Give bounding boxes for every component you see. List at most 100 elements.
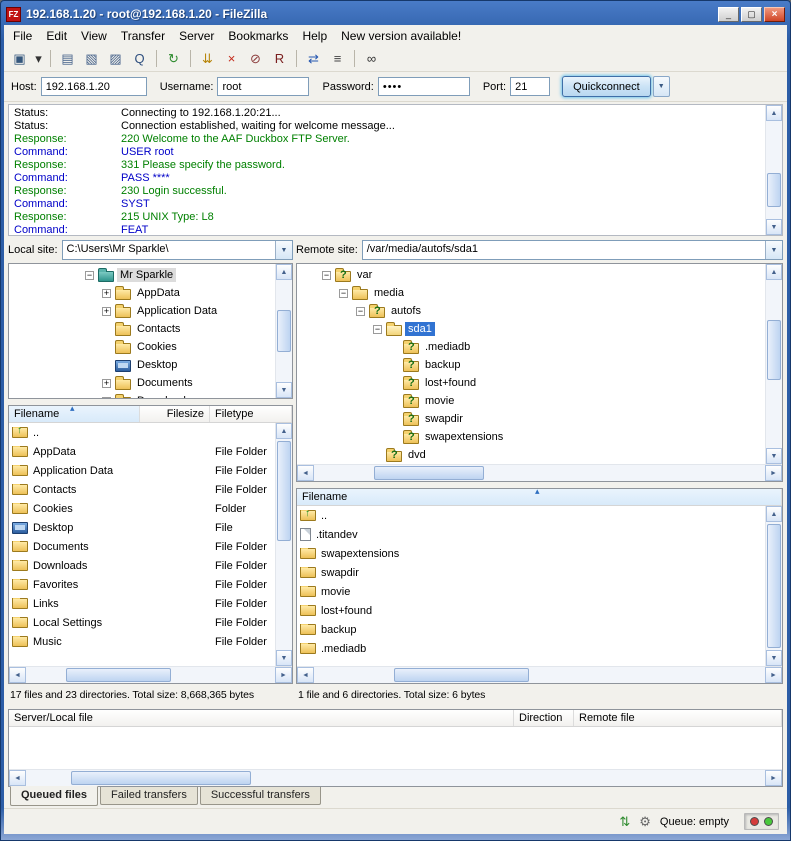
scroll-thumb[interactable] [394,668,529,682]
quickconnect-button[interactable]: Quickconnect [562,76,651,97]
reconnect-icon[interactable]: R [268,48,291,70]
scroll-thumb[interactable] [767,524,781,648]
remote-tree-hscrollbar[interactable] [297,464,782,481]
local-site-path[interactable]: C:\Users\Mr Sparkle\ [63,241,275,259]
synchronized-browsing-icon[interactable]: ⇄ [302,48,325,70]
scroll-thumb[interactable] [767,173,781,207]
menu-item[interactable]: Server [172,26,221,46]
quickconnect-dropdown-button[interactable] [653,76,670,97]
scroll-down-button[interactable] [766,448,782,464]
local-list-scrollbar[interactable] [275,423,292,666]
tree-item[interactable]: − media [297,284,765,302]
scroll-up-button[interactable] [766,506,782,522]
directory-comparison-icon[interactable]: ≡ [326,48,349,70]
tree-item[interactable]: + Documents [9,374,275,392]
column-header-filename[interactable]: Filename [9,406,140,422]
column-header-direction[interactable]: Direction [514,710,574,726]
tree-item[interactable]: Cookies [9,338,275,356]
log-scrollbar[interactable] [765,105,782,235]
scroll-up-button[interactable] [766,105,782,121]
swapdir[interactable]: swapdir [297,563,765,582]
Desktop[interactable]: Desktop File [9,518,275,537]
scroll-down-button[interactable] [276,382,292,398]
speed-limit-arrows-icon[interactable]: ⇅ [619,815,630,828]
expand-toggle[interactable]: − [356,307,365,316]
.titandev[interactable]: .titandev [297,525,765,544]
remote-tree-toggle-icon[interactable]: ▨ [104,48,127,70]
expand-toggle[interactable]: − [85,271,94,280]
scroll-thumb[interactable] [277,310,291,352]
remote-tree-scrollbar[interactable] [765,264,782,464]
password-input[interactable] [378,77,470,96]
queue-toggle-icon[interactable]: Q [128,48,151,70]
tree-item[interactable]: Desktop [9,356,275,374]
tree-item[interactable]: lost+found [297,374,765,392]
scroll-down-button[interactable] [766,650,782,666]
scroll-up-button[interactable] [276,264,292,280]
username-input[interactable] [217,77,309,96]
local-site-combo[interactable]: C:\Users\Mr Sparkle\ [62,240,293,260]
menu-item[interactable]: Bookmarks [221,26,295,46]
remote-list-hscrollbar[interactable] [297,666,782,683]
lost+found[interactable]: lost+found [297,601,765,620]
Favorites[interactable]: Favorites File Folder [9,575,275,594]
column-header-filetype[interactable]: Filetype [210,406,292,422]
site-manager-icon[interactable]: ▣ [8,48,31,70]
close-button[interactable]: × [764,7,785,22]
host-input[interactable] [41,77,147,96]
expand-toggle[interactable]: + [102,307,111,316]
column-header-remote-file[interactable]: Remote file [574,710,782,726]
scroll-thumb[interactable] [277,441,291,541]
cancel-icon[interactable]: × [220,48,243,70]
column-header-server-local-file[interactable]: Server/Local file [9,710,514,726]
column-header-filesize[interactable]: Filesize [140,406,210,422]
scroll-thumb[interactable] [71,771,251,785]
disconnect-icon[interactable]: ⊘ [244,48,267,70]
scroll-left-button[interactable] [297,465,314,481]
tree-item[interactable]: .mediadb [297,338,765,356]
scroll-thumb[interactable] [374,466,484,480]
queue-tab[interactable]: Queued files [10,786,98,806]
tree-item[interactable]: − var [297,266,765,284]
scroll-thumb[interactable] [767,320,781,380]
scroll-right-button[interactable] [765,770,782,786]
scroll-up-button[interactable] [276,423,292,439]
tree-item[interactable]: + Downloads [9,392,275,398]
scroll-left-button[interactable] [297,667,314,683]
.mediadb[interactable]: .mediadb [297,639,765,658]
queue-hscrollbar[interactable] [9,769,782,786]
..[interactable]: .. [9,423,275,442]
scroll-left-button[interactable] [9,667,26,683]
expand-toggle[interactable]: − [339,289,348,298]
tree-item[interactable]: Contacts [9,320,275,338]
scroll-down-button[interactable] [766,219,782,235]
tree-item[interactable]: dvd [297,446,765,464]
local-list-hscrollbar[interactable] [9,666,292,683]
swapextensions[interactable]: swapextensions [297,544,765,563]
Contacts[interactable]: Contacts File Folder [9,480,275,499]
maximize-button[interactable]: ▢ [741,7,762,22]
AppData[interactable]: AppData File Folder [9,442,275,461]
Downloads[interactable]: Downloads File Folder [9,556,275,575]
tree-item[interactable]: movie [297,392,765,410]
remote-site-path[interactable]: /var/media/autofs/sda1 [363,241,765,259]
menu-item[interactable]: Help [295,26,334,46]
Links[interactable]: Links File Folder [9,594,275,613]
menu-item[interactable]: Transfer [114,26,172,46]
tree-item[interactable]: − autofs [297,302,765,320]
queue-tab[interactable]: Successful transfers [200,787,321,805]
scroll-thumb[interactable] [66,668,171,682]
column-header-filename[interactable]: Filename [297,489,782,505]
Documents[interactable]: Documents File Folder [9,537,275,556]
port-input[interactable] [510,77,550,96]
scroll-right-button[interactable] [275,667,292,683]
titlebar[interactable]: FZ 192.168.1.20 - root@192.168.1.20 - Fi… [4,3,787,25]
tree-item[interactable]: + AppData [9,284,275,302]
expand-toggle[interactable]: + [102,289,111,298]
find-files-icon[interactable]: ∞ [360,48,383,70]
settings-gear-icon[interactable]: ⚙ [639,815,651,828]
Local Settings[interactable]: Local Settings File Folder [9,613,275,632]
Cookies[interactable]: Cookies Folder [9,499,275,518]
tree-item[interactable]: backup [297,356,765,374]
tree-item[interactable]: − Mr Sparkle [9,266,275,284]
